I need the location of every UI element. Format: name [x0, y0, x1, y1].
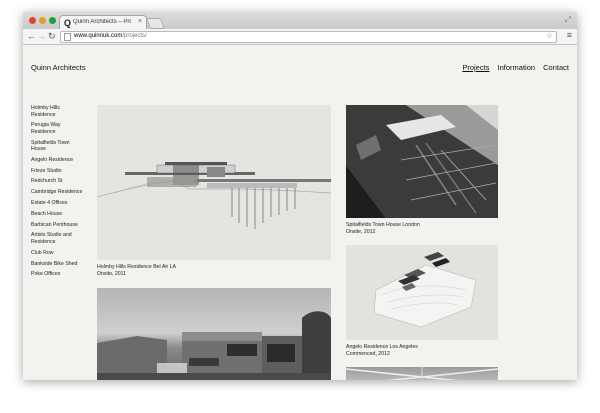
tab-title: Quinn Architects – Projects: [73, 19, 131, 25]
forward-arrow-icon[interactable]: →: [37, 30, 46, 42]
site-title[interactable]: Quinn Architects: [31, 63, 86, 72]
building-facade-photo: [346, 105, 498, 218]
project-status: Onsite, 2012: [346, 228, 376, 235]
minimize-window-button[interactable]: [39, 17, 46, 24]
web-page: Quinn Architects Projects Information Co…: [23, 45, 577, 380]
project-caption: Spitalfields Town House London Onsite, 2…: [346, 222, 420, 235]
tab-close-icon[interactable]: ×: [138, 18, 142, 25]
fullscreen-icon[interactable]: ⤢: [565, 15, 571, 25]
sidebar-item-club-row[interactable]: Club Row: [31, 250, 83, 257]
main-nav: Projects Information Contact: [456, 63, 569, 72]
browser-tab[interactable]: Q Quinn Architects – Projects ×: [59, 15, 147, 30]
project-card-spitalfields[interactable]: Spitalfields Town House London Onsite, 2…: [346, 105, 498, 238]
project-card-holmby-hills[interactable]: Holmby Hills Residence Bel Air LA Onsite…: [97, 105, 331, 285]
modern-house-photo: [97, 311, 331, 380]
sidebar-item-perugia-way[interactable]: Perugia Way Residence: [31, 122, 83, 135]
menu-icon[interactable]: ≡: [567, 30, 572, 40]
interior-photo: [346, 367, 498, 380]
project-list: Holmby Hills Residence Perugia Way Resid…: [31, 105, 83, 282]
site-model-drawing: [373, 252, 477, 328]
zoom-window-button[interactable]: [49, 17, 56, 24]
nav-contact[interactable]: Contact: [543, 63, 569, 72]
browser-toolbar: ← → ↻ www.quinnuk.com/projects/ ☆ ≡: [23, 29, 577, 45]
address-bar[interactable]: www.quinnuk.com/projects/ ☆: [60, 31, 557, 43]
project-card-angelo[interactable]: Angelo Residence Los Angeles Commenced, …: [346, 245, 498, 357]
close-window-button[interactable]: [29, 17, 36, 24]
url-text[interactable]: www.quinnuk.com/projects/: [74, 33, 147, 39]
nav-information[interactable]: Information: [498, 63, 536, 72]
browser-window: Q Quinn Architects – Projects × ⤢ ← → ↻ …: [23, 12, 577, 380]
project-caption: Angelo Residence Los Angeles Commenced, …: [346, 344, 418, 357]
project-status: Onsite, 2011: [97, 270, 127, 277]
sidebar-item-barbican[interactable]: Barbican Penthouse: [31, 222, 83, 229]
sidebar-item-bankside-bike-shed[interactable]: Bankside Bike Shed: [31, 261, 83, 268]
sidebar-item-redchurch-st[interactable]: Redchurch St: [31, 178, 83, 185]
bookmark-star-icon[interactable]: ☆: [546, 31, 553, 40]
sidebar-item-artists-studio[interactable]: Artists Studio and Residence: [31, 232, 83, 245]
project-title: Holmby Hills Residence Bel Air LA: [97, 264, 176, 270]
house-on-hill-drawing: [97, 162, 331, 229]
project-card-next[interactable]: [346, 367, 498, 380]
project-image[interactable]: [97, 105, 331, 260]
sidebar-item-spitalfields[interactable]: Spitalfields Town House: [31, 140, 83, 153]
new-tab-button[interactable]: [145, 18, 166, 29]
sidebar-item-holmby-hills[interactable]: Holmby Hills Residence: [31, 105, 83, 118]
back-arrow-icon[interactable]: ←: [27, 30, 36, 42]
reload-icon[interactable]: ↻: [48, 30, 56, 42]
project-image[interactable]: [346, 245, 498, 340]
project-image[interactable]: [346, 105, 498, 218]
project-status: Commenced, 2012: [346, 350, 390, 357]
project-title: Spitalfields Town House London: [346, 222, 420, 228]
sidebar-item-beach-house[interactable]: Beach House: [31, 211, 83, 218]
project-image[interactable]: [97, 288, 331, 380]
url-host: www.quinnuk.com: [74, 33, 123, 39]
sidebar-item-poke-offices[interactable]: Poke Offices: [31, 271, 83, 278]
url-path: /projects/: [122, 33, 147, 39]
site-favicon-icon: Q: [64, 18, 72, 28]
sidebar-item-cambridge[interactable]: Cambridge Residence: [31, 189, 83, 196]
page-icon: [64, 33, 71, 41]
project-caption: Holmby Hills Residence Bel Air LA Onsite…: [97, 264, 176, 277]
project-card-photo[interactable]: [97, 288, 331, 380]
sidebar-item-estate-4[interactable]: Estate 4 Offices: [31, 200, 83, 207]
project-image[interactable]: [346, 367, 498, 380]
project-title: Angelo Residence Los Angeles: [346, 344, 418, 350]
sidebar-item-frieze-studio[interactable]: Frieze Studio: [31, 168, 83, 175]
nav-projects[interactable]: Projects: [462, 63, 489, 72]
sidebar-item-angelo[interactable]: Angelo Residence: [31, 157, 83, 164]
tab-bar: Q Quinn Architects – Projects × ⤢: [23, 12, 577, 30]
